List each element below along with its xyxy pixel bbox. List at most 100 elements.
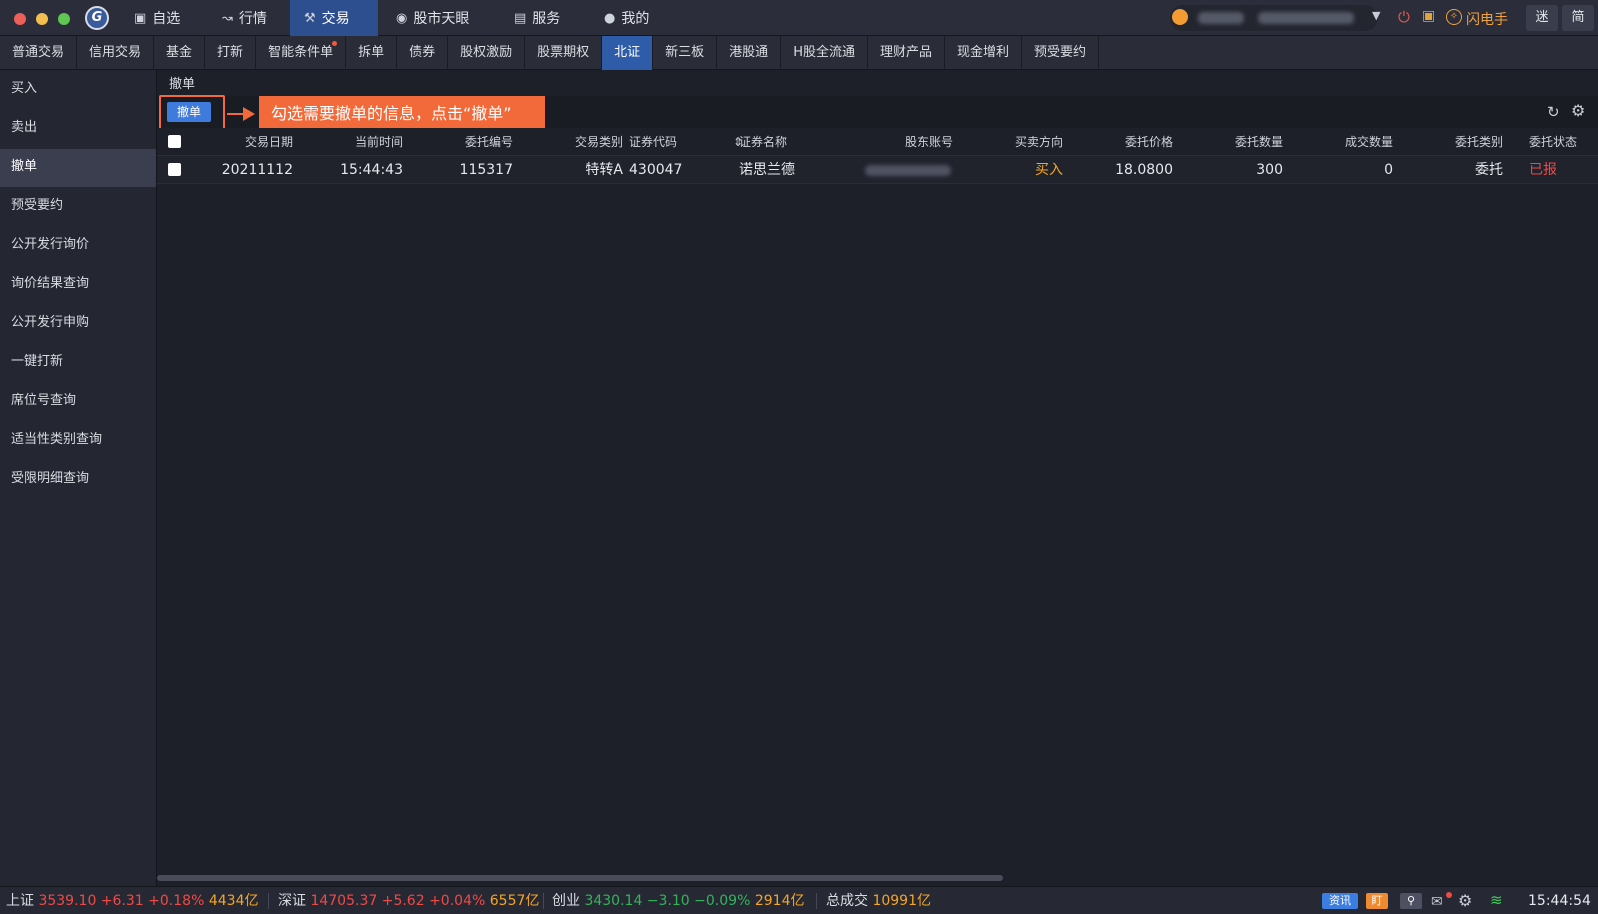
user-id-redacted <box>1258 12 1354 24</box>
cy-turnover: 2914亿 <box>754 893 805 909</box>
col-status[interactable]: 委托状态 <box>1529 128 1595 156</box>
search-icon[interactable]: ⚲ <box>1400 893 1422 909</box>
tab-item[interactable]: H股全流通 <box>781 36 868 70</box>
sidebar-item[interactable]: 公开发行询价 <box>0 227 156 265</box>
sidebar-item[interactable]: 公开发行申购 <box>0 305 156 343</box>
divider <box>816 893 817 909</box>
tab-item[interactable]: 普通交易 <box>0 36 78 70</box>
col-price[interactable]: 委托价格 <box>1069 128 1173 156</box>
tab-item[interactable]: 现金增利 <box>945 36 1022 70</box>
cell-direction: 买入 <box>1035 162 1063 178</box>
sh-index[interactable]: 上证 3539.10 +6.31 +0.18% 4434亿 <box>6 887 258 914</box>
status-bar: 上证 3539.10 +6.31 +0.18% 4434亿 深证 14705.3… <box>0 886 1598 914</box>
news-button[interactable]: 资讯 <box>1322 893 1358 909</box>
window-minimize-button[interactable] <box>36 13 48 25</box>
mail-icon[interactable]: ✉ <box>1431 894 1443 910</box>
sz-value: 14705.37 <box>310 893 378 909</box>
col-order-no[interactable]: 委托编号 <box>409 128 513 156</box>
nav-favorites[interactable]: ▣ 自选 <box>120 0 212 36</box>
sz-turnover: 6557亿 <box>489 893 540 909</box>
lock-icon[interactable]: ▣ <box>1422 8 1435 24</box>
sz-index[interactable]: 深证 14705.37 +5.62 +0.04% 6557亿 <box>278 887 539 914</box>
select-all-checkbox[interactable] <box>168 135 181 148</box>
col-time[interactable]: 当前时间 <box>299 128 403 156</box>
star-square-icon: ▣ <box>134 10 147 26</box>
cell-name: 诺思兰德 <box>739 162 795 178</box>
cell-status: 已报 <box>1529 162 1557 178</box>
user-avatar <box>1172 9 1188 25</box>
sidebar-item[interactable]: 询价结果查询 <box>0 266 156 304</box>
instruction-callout: 勾选需要撤单的信息，点击“撤单” <box>259 96 545 132</box>
simple-mode-button[interactable]: 简 <box>1562 5 1594 31</box>
chevron-down-icon[interactable]: ▼ <box>1372 9 1380 22</box>
sh-change: +6.31 <box>100 893 144 909</box>
tab-item[interactable]: 基金 <box>154 36 206 70</box>
cancel-order-button[interactable]: 撤单 <box>167 102 211 122</box>
refresh-icon[interactable]: ↻ <box>1547 103 1560 121</box>
notification-dot <box>332 41 338 46</box>
col-trade-type[interactable]: 交易类别 <box>519 128 623 156</box>
tab-item[interactable]: 北证 <box>602 36 654 70</box>
col-qty[interactable]: 委托数量 <box>1179 128 1283 156</box>
tab-item[interactable]: 预受要约 <box>1022 36 1100 70</box>
watch-button[interactable]: 盯 <box>1366 893 1388 909</box>
cy-change: −3.10 <box>646 893 690 909</box>
cy-index[interactable]: 创业 3430.14 −3.10 −0.09% 2914亿 <box>552 887 804 914</box>
user-icon: ● <box>604 10 616 26</box>
nav-trade[interactable]: ⚒ 交易 <box>290 0 378 36</box>
col-order-type[interactable]: 委托类别 <box>1399 128 1503 156</box>
app-logo: G <box>85 6 109 30</box>
gear-icon[interactable]: ⚙ <box>1571 101 1585 120</box>
power-icon[interactable]: ⏻ <box>1398 8 1410 26</box>
tab-item[interactable]: 打新 <box>205 36 257 70</box>
nav-quotes[interactable]: ↝ 行情 <box>208 0 294 36</box>
sidebar-item[interactable]: 席位号查询 <box>0 383 156 421</box>
col-direction[interactable]: 买卖方向 <box>959 128 1063 156</box>
window-maximize-button[interactable] <box>58 13 70 25</box>
cell-price: 18.0800 <box>1115 162 1173 178</box>
tab-item[interactable]: 债券 <box>397 36 449 70</box>
tab-item[interactable]: 股票期权 <box>525 36 603 70</box>
tab-label: 股权激励 <box>460 45 513 60</box>
flash-trade-button[interactable]: 闪电手 <box>1466 9 1508 29</box>
sh-value: 3539.10 <box>38 893 97 909</box>
tab-item[interactable]: 智能条件单 <box>256 36 347 70</box>
gear-icon[interactable]: ⚙ <box>1458 891 1472 910</box>
tab-item[interactable]: 理财产品 <box>868 36 945 70</box>
mini-mode-button[interactable]: 迷 <box>1526 5 1558 31</box>
tab-item[interactable]: 港股通 <box>717 36 782 70</box>
nav-service[interactable]: ▤ 服务 <box>500 0 586 36</box>
tab-label: 基金 <box>166 45 193 60</box>
nav-skyeye[interactable]: ◉ 股市天眼 <box>382 0 500 36</box>
tab-item[interactable]: 信用交易 <box>77 36 155 70</box>
sidebar-item[interactable]: 卖出 <box>0 110 156 148</box>
col-account[interactable]: 股东账号 <box>849 128 953 156</box>
sh-pct: +0.18% <box>148 893 205 909</box>
total-value: 10991亿 <box>872 893 931 909</box>
tab-label: 拆单 <box>358 45 385 60</box>
nav-mine[interactable]: ● 我的 <box>590 0 672 36</box>
sidebar-item[interactable]: 一键打新 <box>0 344 156 382</box>
sidebar-item[interactable]: 预受要约 <box>0 188 156 226</box>
table-row[interactable]: 20211112 15:44:43 115317 特转A 430047 诺思兰德… <box>157 156 1598 184</box>
horizontal-scrollbar[interactable] <box>157 875 1003 881</box>
tab-item[interactable]: 拆单 <box>346 36 398 70</box>
window-close-button[interactable] <box>14 13 26 25</box>
col-code[interactable]: 证券代码 <box>629 128 709 156</box>
tab-label: 北证 <box>614 45 641 60</box>
cell-qty: 300 <box>1256 162 1283 178</box>
sidebar-item[interactable]: 撤单 <box>0 149 156 187</box>
tab-item[interactable]: 新三板 <box>653 36 718 70</box>
col-filled[interactable]: 成交数量 <box>1289 128 1393 156</box>
sidebar-item[interactable]: 适当性类别查询 <box>0 422 156 460</box>
sidebar-item[interactable]: 买入 <box>0 71 156 109</box>
col-date[interactable]: 交易日期 <box>189 128 293 156</box>
row-checkbox[interactable] <box>168 163 181 176</box>
gavel-icon: ⚒ <box>304 10 316 26</box>
tab-label: 预受要约 <box>1034 45 1087 60</box>
col-name[interactable]: 证券名称 <box>739 128 843 156</box>
briefcase-icon: ▤ <box>514 10 527 26</box>
tab-item[interactable]: 股权激励 <box>448 36 526 70</box>
sidebar-item[interactable]: 受限明细查询 <box>0 461 156 499</box>
tab-label: 信用交易 <box>89 45 142 60</box>
